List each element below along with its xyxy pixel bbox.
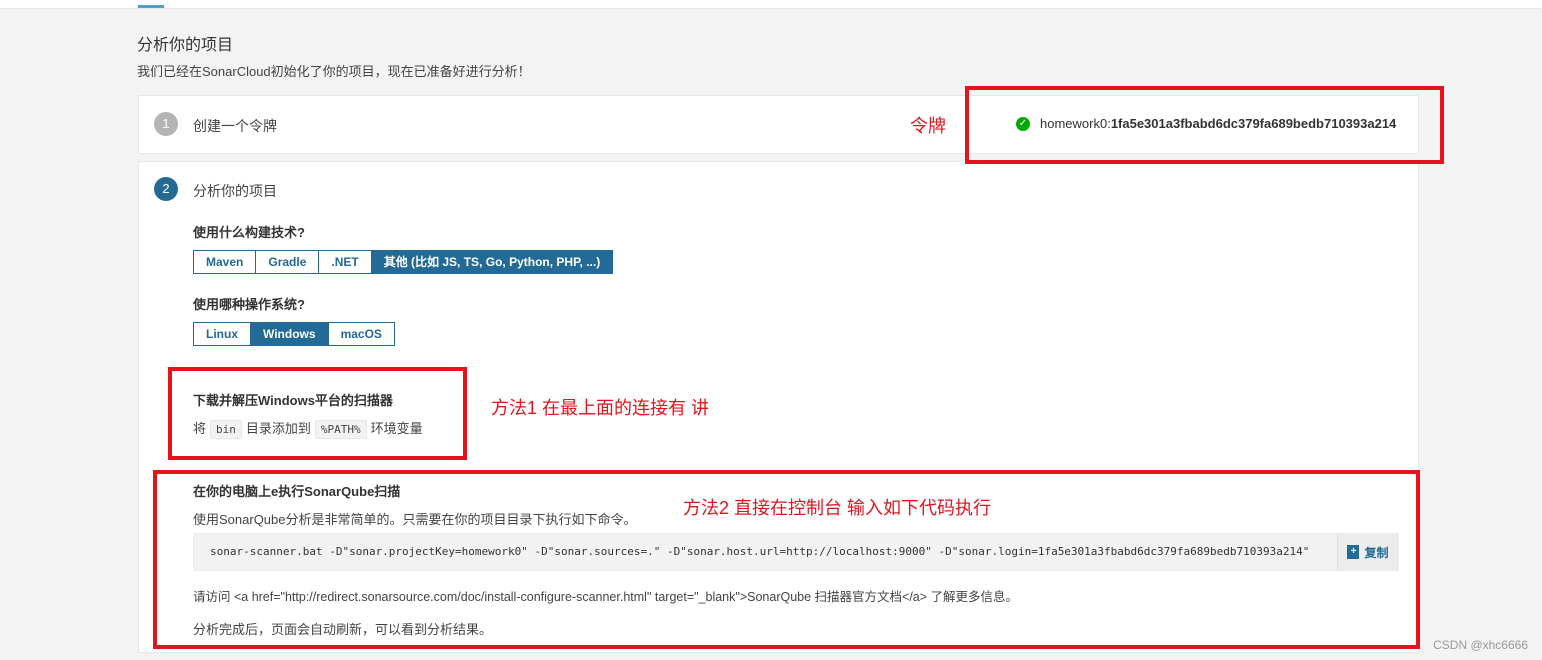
- build-question: 使用什么构建技术?: [193, 225, 305, 240]
- step1-number: 1: [154, 112, 178, 136]
- step2-number: 2: [154, 177, 178, 201]
- build-option-gradle[interactable]: Gradle: [255, 250, 320, 274]
- annotation-method1-label: 方法1 在最上面的连接有 讲: [491, 398, 710, 418]
- os-question: 使用哪种操作系统?: [193, 297, 305, 312]
- active-tab-indicator: [138, 5, 164, 8]
- build-option-dotnet[interactable]: .NET: [318, 250, 372, 274]
- step2-title: 分析你的项目: [193, 183, 277, 199]
- os-option-windows[interactable]: Windows: [250, 322, 329, 346]
- os-option-linux[interactable]: Linux: [193, 322, 251, 346]
- page-title: 分析你的项目: [137, 37, 234, 54]
- build-option-other[interactable]: 其他 (比如 JS, TS, Go, Python, PHP, ...): [370, 250, 614, 274]
- build-option-maven[interactable]: Maven: [193, 250, 257, 274]
- annotation-box-method1: [168, 367, 467, 460]
- step1-title: 创建一个令牌: [193, 118, 277, 134]
- annotation-method2-label: 方法2 直接在控制台 输入如下代码执行: [683, 498, 992, 518]
- watermark: CSDN @xhc6666: [1433, 638, 1528, 652]
- annotation-box-token: [965, 86, 1444, 164]
- os-option-macos[interactable]: macOS: [327, 322, 395, 346]
- page-subtitle: 我们已经在SonarCloud初始化了你的项目，现在已准备好进行分析！: [137, 64, 531, 79]
- build-tech-group: Maven Gradle .NET 其他 (比如 JS, TS, Go, Pyt…: [193, 250, 614, 274]
- top-nav-bar: [0, 0, 1542, 9]
- os-group: Linux Windows macOS: [193, 322, 395, 346]
- annotation-token-label: 令牌: [910, 116, 946, 136]
